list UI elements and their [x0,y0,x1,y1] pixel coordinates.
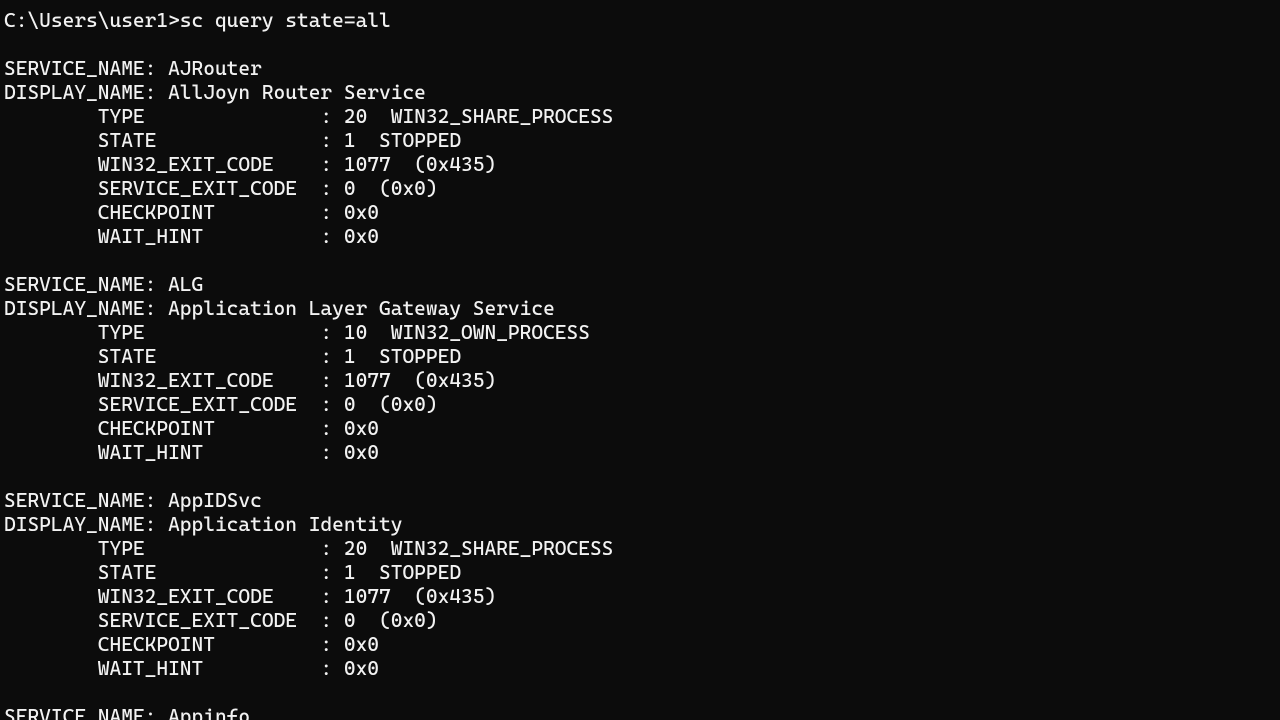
display-name-row: DISPLAY_NAME: Application Identity [4,512,1276,536]
svc-exit-row: SERVICE_EXIT_CODE : 0 (0x0) [4,392,1276,416]
win32-exit-row: WIN32_EXIT_CODE : 1077 (0x435) [4,368,1276,392]
svc-exit-label: SERVICE_EXIT_CODE [98,392,297,416]
type-row: TYPE : 20 WIN32_SHARE_PROCESS [4,104,1276,128]
type-label: TYPE [98,536,145,560]
display-name-row: DISPLAY_NAME: AllJoyn Router Service [4,80,1276,104]
service-entry: SERVICE_NAME: Appinfo [4,704,1276,720]
prompt: C:\Users\user1> [4,8,180,32]
service-name-label: SERVICE_NAME: [4,488,156,512]
win32-exit-row: WIN32_EXIT_CODE : 1077 (0x435) [4,152,1276,176]
svc-exit-label: SERVICE_EXIT_CODE [98,608,297,632]
wait-hint-row: WAIT_HINT : 0x0 [4,656,1276,680]
type-label: TYPE [98,104,145,128]
service-name-value: AppIDSvc [168,488,262,512]
service-name-label: SERVICE_NAME: [4,704,156,720]
checkpoint-value: 0x0 [344,200,379,224]
checkpoint-label: CHECKPOINT [98,416,215,440]
service-name-label: SERVICE_NAME: [4,272,156,296]
wait-hint-value: 0x0 [344,440,379,464]
display-name-value: AllJoyn Router Service [168,80,426,104]
win32-exit-label: WIN32_EXIT_CODE [98,152,274,176]
service-name-value: Appinfo [168,704,250,720]
wait-hint-row: WAIT_HINT : 0x0 [4,440,1276,464]
checkpoint-row: CHECKPOINT : 0x0 [4,200,1276,224]
win32-exit-value: 1077 (0x435) [344,152,496,176]
display-name-label: DISPLAY_NAME: [4,512,156,536]
service-name-row: SERVICE_NAME: AJRouter [4,56,1276,80]
wait-hint-label: WAIT_HINT [98,440,203,464]
wait-hint-label: WAIT_HINT [98,656,203,680]
checkpoint-value: 0x0 [344,632,379,656]
win32-exit-value: 1077 (0x435) [344,584,496,608]
service-name-label: SERVICE_NAME: [4,56,156,80]
service-entry: SERVICE_NAME: ALGDISPLAY_NAME: Applicati… [4,272,1276,464]
command-line: C:\Users\user1>sc query state=all [4,8,1276,32]
state-label: STATE [98,344,157,368]
state-label: STATE [98,560,157,584]
display-name-value: Application Layer Gateway Service [168,296,555,320]
state-row: STATE : 1 STOPPED [4,128,1276,152]
checkpoint-row: CHECKPOINT : 0x0 [4,632,1276,656]
terminal-output[interactable]: C:\Users\user1>sc query state=all SERVIC… [0,0,1280,720]
state-value: 1 STOPPED [344,560,461,584]
checkpoint-row: CHECKPOINT : 0x0 [4,416,1276,440]
checkpoint-label: CHECKPOINT [98,200,215,224]
service-name-value: ALG [168,272,203,296]
wait-hint-label: WAIT_HINT [98,224,203,248]
type-value: 10 WIN32_OWN_PROCESS [344,320,590,344]
display-name-label: DISPLAY_NAME: [4,296,156,320]
type-label: TYPE [98,320,145,344]
win32-exit-label: WIN32_EXIT_CODE [98,584,274,608]
win32-exit-row: WIN32_EXIT_CODE : 1077 (0x435) [4,584,1276,608]
type-row: TYPE : 10 WIN32_OWN_PROCESS [4,320,1276,344]
state-value: 1 STOPPED [344,344,461,368]
win32-exit-label: WIN32_EXIT_CODE [98,368,274,392]
wait-hint-value: 0x0 [344,224,379,248]
service-entry: SERVICE_NAME: AJRouterDISPLAY_NAME: AllJ… [4,56,1276,248]
svc-exit-value: 0 (0x0) [344,176,438,200]
service-name-value: AJRouter [168,56,262,80]
win32-exit-value: 1077 (0x435) [344,368,496,392]
checkpoint-value: 0x0 [344,416,379,440]
svc-exit-label: SERVICE_EXIT_CODE [98,176,297,200]
service-name-row: SERVICE_NAME: ALG [4,272,1276,296]
state-row: STATE : 1 STOPPED [4,560,1276,584]
wait-hint-value: 0x0 [344,656,379,680]
type-row: TYPE : 20 WIN32_SHARE_PROCESS [4,536,1276,560]
service-entry: SERVICE_NAME: AppIDSvcDISPLAY_NAME: Appl… [4,488,1276,680]
service-name-row: SERVICE_NAME: Appinfo [4,704,1276,720]
svc-exit-value: 0 (0x0) [344,608,438,632]
state-row: STATE : 1 STOPPED [4,344,1276,368]
type-value: 20 WIN32_SHARE_PROCESS [344,104,614,128]
display-name-row: DISPLAY_NAME: Application Layer Gateway … [4,296,1276,320]
state-label: STATE [98,128,157,152]
state-value: 1 STOPPED [344,128,461,152]
display-name-label: DISPLAY_NAME: [4,80,156,104]
command-text: sc query state=all [180,8,391,32]
wait-hint-row: WAIT_HINT : 0x0 [4,224,1276,248]
display-name-value: Application Identity [168,512,402,536]
svc-exit-value: 0 (0x0) [344,392,438,416]
checkpoint-label: CHECKPOINT [98,632,215,656]
svc-exit-row: SERVICE_EXIT_CODE : 0 (0x0) [4,608,1276,632]
svc-exit-row: SERVICE_EXIT_CODE : 0 (0x0) [4,176,1276,200]
service-name-row: SERVICE_NAME: AppIDSvc [4,488,1276,512]
type-value: 20 WIN32_SHARE_PROCESS [344,536,614,560]
